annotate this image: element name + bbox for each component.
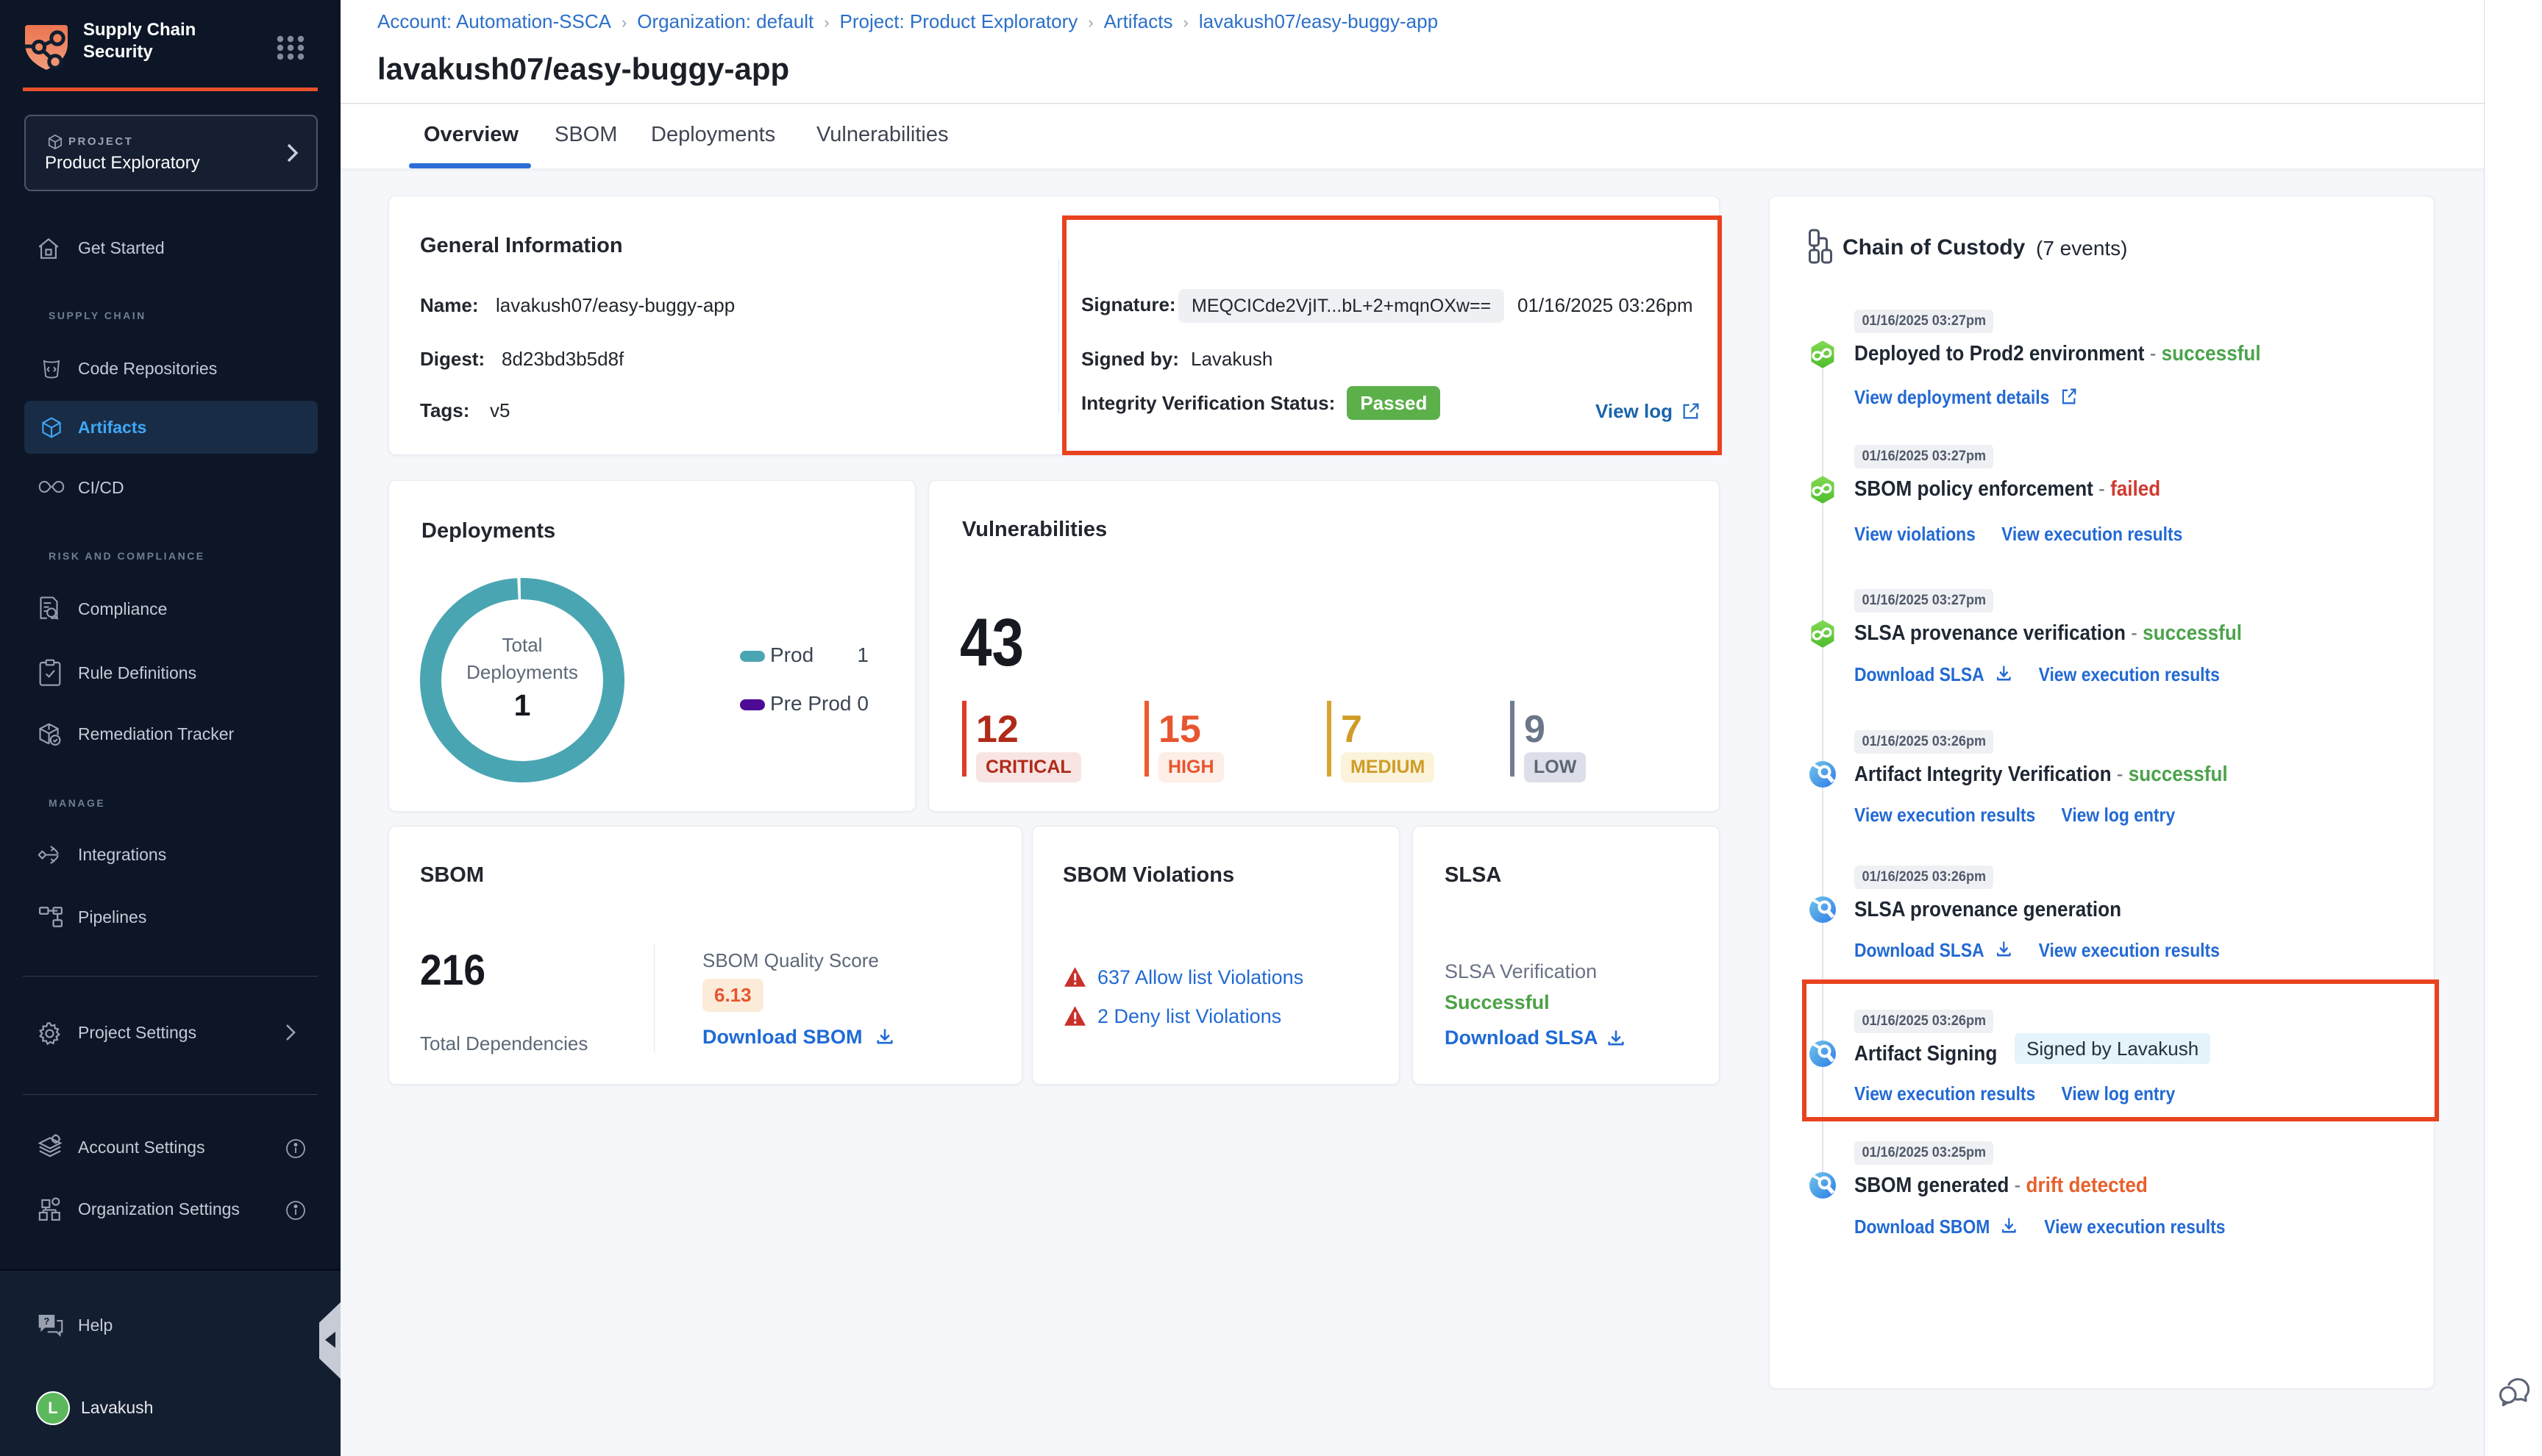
svg-text:?: ? (44, 1316, 50, 1327)
